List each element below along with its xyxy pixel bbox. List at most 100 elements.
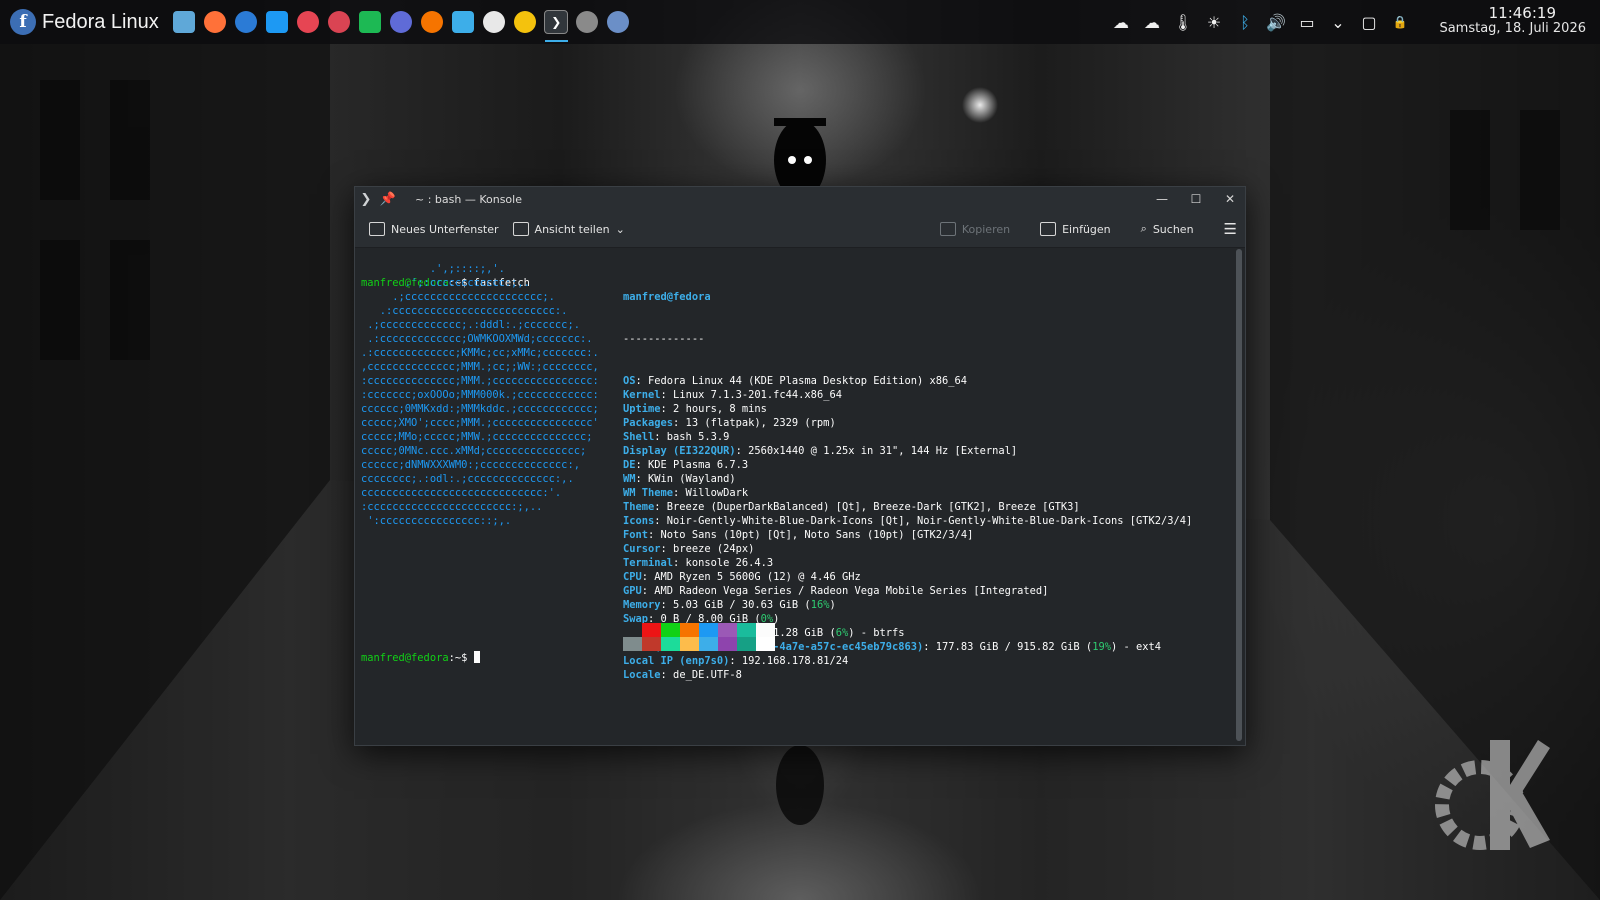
task-spotify[interactable] [355, 0, 386, 44]
info-row: DE: KDE Plasma 6.7.3 [623, 458, 1192, 472]
volume-icon[interactable]: 🔊 [1266, 12, 1286, 32]
find-button[interactable]: ⌕ Suchen [1141, 222, 1194, 236]
info-value: : KDE Plasma 6.7.3 [635, 459, 749, 471]
launcher-label: Fedora Linux [42, 10, 159, 33]
paste-button[interactable]: Einfügen [1040, 222, 1111, 236]
hamburger-menu-button[interactable]: ☰ [1224, 220, 1237, 238]
ascii-logo-line: .:cccccccccccccccccccccccccc:. [361, 305, 568, 317]
split-view-button[interactable]: Ansicht teilen ⌄ [512, 222, 625, 236]
info-key: Font [623, 529, 649, 541]
chevron-down-icon: ⌄ [615, 222, 625, 236]
info-value: : AMD Radeon Vega Series / Radeon Vega M… [641, 585, 1049, 597]
task-system-settings[interactable] [572, 0, 603, 44]
palette-swatch [680, 637, 699, 651]
ascii-logo-line: ccccc;0MNc.ccc.xMMd;ccccccccccccccc; [361, 445, 587, 457]
info-row: Local IP (enp7s0): 192.168.178.81/24 [623, 654, 1192, 668]
dolphin-icon [173, 11, 196, 33]
task-thunderbird[interactable] [231, 0, 262, 44]
ascii-logo-line: cccccc;0MMKxdd:;MMMkddc.;cccccccccccc; [361, 403, 599, 415]
konsole-icon: ❯ [544, 10, 569, 34]
ascii-logo-line: ccccc;XMO';cccc;MMM.;cccccccccccccccc' [361, 417, 599, 429]
top-panel: f Fedora Linux ❯ ☁ ☁ 🌡 ☀ ᛒ 🔊 ▭ ⌄ ▢ 🔒 11:… [0, 0, 1600, 44]
palette-swatch [661, 623, 680, 637]
palette-swatch [737, 623, 756, 637]
task-app-red-hex[interactable] [293, 0, 324, 44]
info-key: Kernel [623, 389, 661, 401]
task-konsole[interactable]: ❯ [541, 0, 572, 44]
maximize-button[interactable]: ☐ [1187, 192, 1205, 206]
cloud-sync-icon[interactable]: ☁ [1142, 12, 1162, 32]
terminal-view[interactable]: manfred@fedora:~$ fastfetch .',;::::;,'.… [355, 248, 1231, 745]
ascii-logo-line: .;ccccccccccccc;.:dddl:.;ccccccc;. [361, 319, 580, 331]
paste-icon [1040, 222, 1057, 236]
application-launcher[interactable]: f Fedora Linux [10, 9, 159, 35]
system-settings-icon [576, 11, 599, 33]
minimize-button[interactable]: — [1153, 192, 1171, 206]
task-app-kde-office[interactable] [479, 0, 510, 44]
clock-date: Samstag, 18. Juli 2026 [1439, 21, 1586, 36]
ascii-logo-line: .:ccccccccccccc;OWMKOOXMWd;ccccccc:. [361, 333, 593, 345]
info-row: Terminal: konsole 26.4.3 [623, 556, 1192, 570]
info-row: WM Theme: WillowDark [623, 486, 1192, 500]
app-document-icon [452, 11, 475, 33]
info-row: Uptime: 2 hours, 8 mins [623, 402, 1192, 416]
weather-icon[interactable]: ☁ [1111, 12, 1131, 32]
close-button[interactable]: ✕ [1221, 192, 1239, 206]
bluetooth-icon[interactable]: ᛒ [1235, 12, 1255, 32]
task-firefox[interactable] [200, 0, 231, 44]
info-key: DE [623, 459, 636, 471]
copy-button[interactable]: Kopieren [939, 222, 1010, 236]
scrollbar[interactable] [1236, 249, 1242, 741]
desktop-icon[interactable]: ▢ [1359, 12, 1379, 32]
info-key: Icons [623, 515, 655, 527]
task-discover[interactable] [262, 0, 293, 44]
info-row: Display (EI322QUR): 2560x1440 @ 1.25x in… [623, 444, 1192, 458]
brightness-icon[interactable]: ☀ [1204, 12, 1224, 32]
system-tray: ☁ ☁ 🌡 ☀ ᛒ 🔊 ▭ ⌄ ▢ 🔒 [1111, 0, 1410, 44]
ascii-logo-line: ccccccccccccccccccccccccccccc:'. [361, 487, 562, 499]
info-value: : 2 hours, 8 mins [660, 403, 767, 415]
info-row: WM: KWin (Wayland) [623, 472, 1192, 486]
app-kde-office-icon [483, 11, 506, 33]
window-title: ~ : bash — Konsole [415, 192, 522, 206]
konsole-app-icon[interactable]: ❯ [355, 188, 377, 210]
window-titlebar[interactable]: ❯ 📌 ~ : bash — Konsole — ☐ ✕ [355, 187, 1245, 211]
chevron-down-icon[interactable]: ⌄ [1328, 12, 1348, 32]
digital-clock[interactable]: 11:46:19 Samstag, 18. Juli 2026 [1416, 5, 1586, 37]
split-view-icon [512, 222, 529, 236]
task-app-document[interactable] [448, 0, 479, 44]
info-key: CPU [623, 571, 642, 583]
info-value: : AMD Ryzen 5 5600G (12) @ 4.46 GHz [641, 571, 861, 583]
ascii-logo-line: :ccccccccccccccccccccccc:;,.. [361, 501, 543, 513]
task-app-chrome[interactable] [510, 0, 541, 44]
info-value: : Noto Sans (10pt) [Qt], Noto Sans (10pt… [648, 529, 974, 541]
info-key: Uptime [623, 403, 661, 415]
info-key: GPU [623, 585, 642, 597]
task-dolphin[interactable] [169, 0, 200, 44]
task-app-red-circle[interactable] [324, 0, 355, 44]
clock-time: 11:46:19 [1488, 4, 1556, 22]
palette-swatch [699, 637, 718, 651]
task-app-orange[interactable] [417, 0, 448, 44]
thermometer-icon[interactable]: 🌡 [1173, 12, 1193, 32]
task-app-globe[interactable] [603, 0, 634, 44]
info-percent: 6% [835, 627, 849, 639]
ascii-logo-line: .',;::::;,'. [361, 263, 505, 275]
info-suffix: ) - btrfs [848, 627, 905, 639]
color-palette [623, 623, 775, 651]
copy-icon [939, 222, 956, 236]
pin-icon[interactable]: 📌 [377, 188, 399, 210]
info-value: : 2560x1440 @ 1.25x in 31", 144 Hz [Exte… [735, 445, 1018, 457]
app-chrome-icon [514, 11, 537, 33]
app-blue-circle-icon [390, 11, 413, 33]
task-app-blue-circle[interactable] [386, 0, 417, 44]
ascii-logo-line: .:ccccccccccccc;KMMc;cc;xMMc;ccccccc:. [361, 347, 599, 359]
lock-icon[interactable]: 🔒 [1390, 12, 1410, 32]
info-suffix: ) - ext4 [1110, 641, 1162, 653]
ascii-logo-line: cccccc;dNMWXXXWM0:;cccccccccccccc:, [361, 459, 580, 471]
display-icon[interactable]: ▭ [1297, 12, 1317, 32]
new-tab-button[interactable]: Neues Unterfenster [369, 222, 499, 236]
scrollbar-thumb[interactable] [1236, 249, 1242, 741]
info-row: Packages: 13 (flatpak), 2329 (rpm) [623, 416, 1192, 430]
info-value: : KWin (Wayland) [635, 473, 736, 485]
